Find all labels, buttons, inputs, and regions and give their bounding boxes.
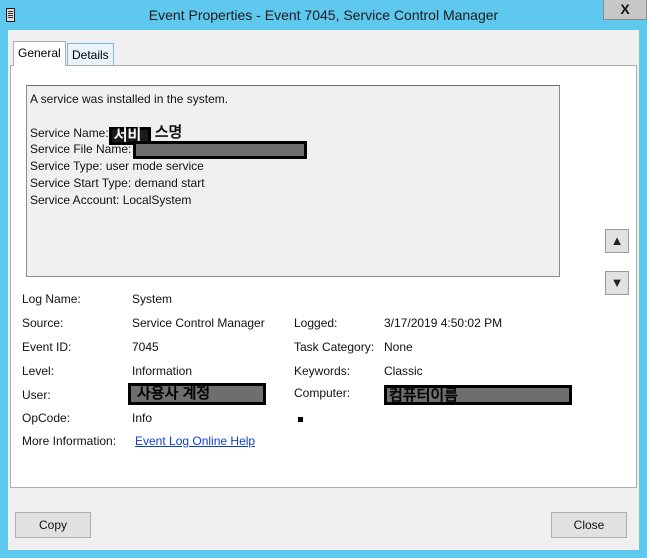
level-value: Information bbox=[132, 364, 193, 378]
tab-details[interactable]: Details bbox=[67, 43, 114, 66]
next-event-button[interactable]: ▼ bbox=[605, 271, 629, 295]
window-title: Event Properties - Event 7045, Service C… bbox=[148, 7, 499, 23]
event-properties-window: Event Properties - Event 7045, Service C… bbox=[0, 0, 647, 558]
service-type-line: Service Type: user mode service bbox=[30, 159, 204, 173]
opcode-value: Info bbox=[132, 411, 153, 425]
task-category-value: None bbox=[384, 340, 413, 354]
close-window-button[interactable]: X bbox=[603, 0, 647, 20]
close-button[interactable]: Close bbox=[551, 512, 627, 538]
service-file-line: Service File Name: bbox=[30, 141, 556, 159]
service-name-value: 스명 bbox=[154, 124, 183, 141]
keywords-value: Classic bbox=[384, 364, 423, 378]
arrow-up-icon: ▲ bbox=[610, 233, 624, 248]
tab-general[interactable]: General bbox=[13, 41, 66, 66]
service-name-line: Service Name: 서비 스명 bbox=[30, 124, 556, 145]
dialog-client-area: General Details A service was installed … bbox=[8, 30, 639, 550]
user-label: User: bbox=[22, 388, 51, 402]
log-name-label: Log Name: bbox=[22, 292, 81, 306]
source-value: Service Control Manager bbox=[132, 316, 265, 330]
previous-event-button[interactable]: ▲ bbox=[605, 229, 629, 253]
task-category-label: Task Category: bbox=[294, 340, 375, 354]
service-name-label: Service Name: bbox=[30, 126, 109, 140]
user-value-redaction: 사용사 계정 bbox=[128, 383, 266, 405]
service-start-type-line: Service Start Type: demand start bbox=[30, 176, 205, 190]
logged-value: 3/17/2019 4:50:02 PM bbox=[384, 316, 503, 330]
log-name-value: System bbox=[132, 292, 173, 306]
event-id-label: Event ID: bbox=[22, 340, 72, 354]
level-label: Level: bbox=[22, 364, 55, 378]
service-account-line: Service Account: LocalSystem bbox=[30, 193, 192, 207]
logged-label: Logged: bbox=[294, 316, 338, 330]
service-file-redaction bbox=[133, 141, 308, 159]
keywords-label: Keywords: bbox=[294, 364, 351, 378]
service-file-label: Service File Name: bbox=[30, 142, 132, 157]
opcode-label: OpCode: bbox=[22, 411, 71, 425]
more-information-label: More Information: bbox=[22, 434, 117, 448]
description-intro: A service was installed in the system. bbox=[30, 92, 229, 106]
general-tab-panel: A service was installed in the system. S… bbox=[10, 65, 637, 488]
computer-label: Computer: bbox=[294, 386, 351, 400]
source-label: Source: bbox=[22, 316, 64, 330]
computer-value-redaction: 컴퓨터이름 bbox=[384, 385, 572, 405]
redaction-dot bbox=[298, 417, 303, 422]
event-log-online-help-link[interactable]: Event Log Online Help bbox=[135, 434, 255, 448]
event-description-box[interactable]: A service was installed in the system. S… bbox=[26, 85, 560, 277]
copy-button[interactable]: Copy bbox=[15, 512, 91, 538]
event-id-value: 7045 bbox=[132, 340, 159, 354]
arrow-down-icon: ▼ bbox=[610, 275, 624, 290]
title-bar[interactable]: Event Properties - Event 7045, Service C… bbox=[0, 0, 647, 30]
